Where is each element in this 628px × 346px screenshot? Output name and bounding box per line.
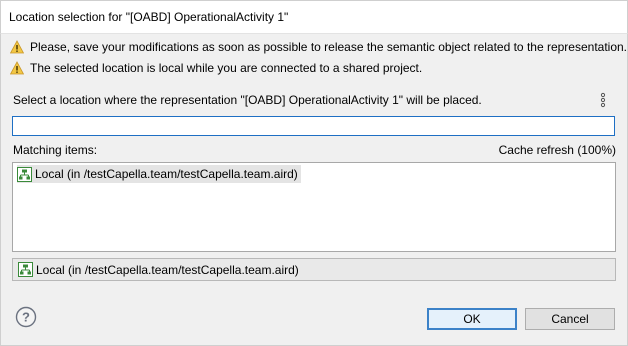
warning-row-save: Please, save your modifications as soon …: [10, 38, 627, 56]
resource-tree-icon: [17, 166, 32, 182]
help-icon[interactable]: ?: [15, 306, 37, 328]
warning-text: The selected location is local while you…: [30, 61, 423, 75]
warning-row-local: The selected location is local while you…: [10, 59, 422, 77]
warning-text: Please, save your modifications as soon …: [30, 40, 628, 54]
title-bar: Location selection for "[OABD] Operation…: [0, 0, 628, 33]
resource-tree-icon: [18, 262, 33, 277]
cancel-button[interactable]: Cancel: [525, 308, 615, 330]
cache-refresh-status: Cache refresh (100%): [498, 143, 616, 157]
view-menu-icon[interactable]: [599, 92, 607, 108]
window-title: Location selection for "[OABD] Operation…: [9, 10, 289, 24]
matching-items-label: Matching items:: [13, 143, 98, 157]
ok-button[interactable]: OK: [427, 308, 517, 330]
list-item-label: Local (in /testCapella.team/testCapella.…: [35, 167, 298, 181]
warning-icon: [10, 40, 24, 54]
warning-icon: [10, 61, 24, 75]
search-input[interactable]: [12, 116, 615, 136]
selection-detail: Local (in /testCapella.team/testCapella.…: [12, 258, 616, 281]
matching-items-list[interactable]: Local (in /testCapella.team/testCapella.…: [12, 162, 616, 252]
list-item[interactable]: Local (in /testCapella.team/testCapella.…: [17, 165, 301, 183]
location-prompt: Select a location where the representati…: [13, 93, 482, 107]
detail-label: Local (in /testCapella.team/testCapella.…: [36, 262, 299, 277]
svg-text:?: ?: [22, 310, 30, 325]
